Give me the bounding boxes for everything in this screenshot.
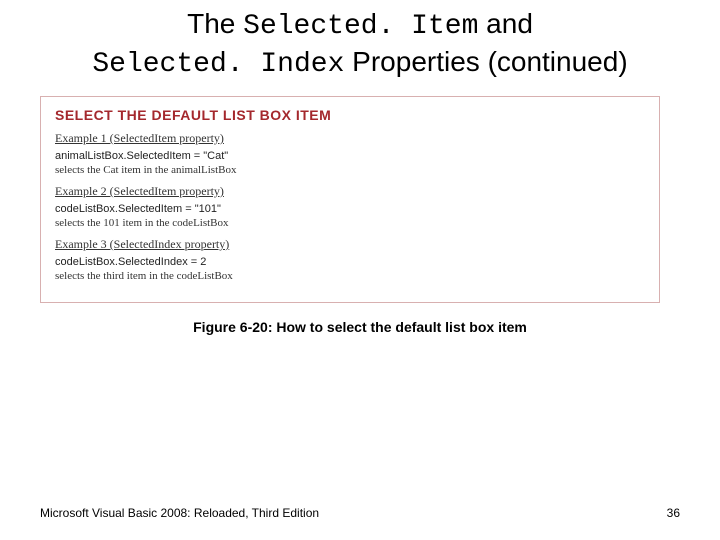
footer-book-title: Microsoft Visual Basic 2008: Reloaded, T…: [40, 506, 319, 520]
example-label: Example 3 (SelectedIndex property): [55, 237, 645, 252]
slide: The Selected. Item and Selected. Index P…: [0, 0, 720, 540]
example-label: Example 1 (SelectedItem property): [55, 131, 645, 146]
example-block: Example 2 (SelectedItem property) codeLi…: [55, 184, 645, 229]
figure-caption: Figure 6-20: How to select the default l…: [40, 319, 680, 335]
footer-page-number: 36: [667, 506, 680, 520]
example-code: codeListBox.SelectedIndex = 2: [55, 256, 645, 268]
example-label: Example 2 (SelectedItem property): [55, 184, 645, 199]
title-text-post: Properties (continued): [344, 46, 627, 77]
example-desc: selects the third item in the codeListBo…: [55, 270, 645, 282]
example-code: codeListBox.SelectedItem = "101": [55, 203, 645, 215]
title-code-1: Selected. Item: [243, 11, 478, 42]
example-desc: selects the Cat item in the animalListBo…: [55, 164, 645, 176]
example-block: Example 1 (SelectedItem property) animal…: [55, 131, 645, 176]
example-code: animalListBox.SelectedItem = "Cat": [55, 150, 645, 162]
example-block: Example 3 (SelectedIndex property) codeL…: [55, 237, 645, 282]
title-text-mid1: and: [478, 8, 533, 39]
title-text-pre1: The: [187, 8, 243, 39]
example-desc: selects the 101 item in the codeListBox: [55, 217, 645, 229]
slide-title: The Selected. Item and Selected. Index P…: [40, 6, 680, 82]
figure-heading: SELECT THE DEFAULT LIST BOX ITEM: [55, 107, 645, 123]
figure-box: SELECT THE DEFAULT LIST BOX ITEM Example…: [40, 96, 660, 303]
title-code-2: Selected. Index: [92, 49, 344, 80]
